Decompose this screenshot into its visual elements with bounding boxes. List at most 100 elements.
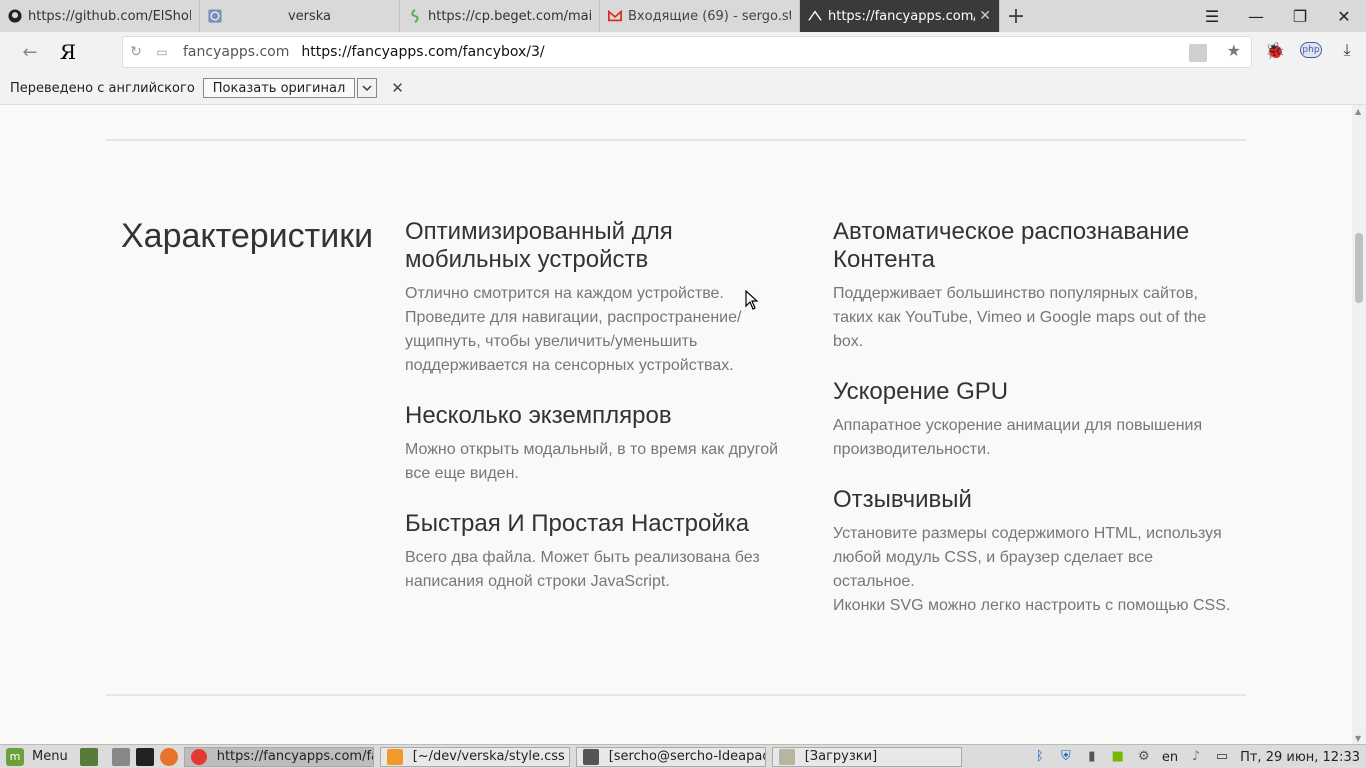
feature-title: Оптимизированный для мобильных устройств [405, 218, 673, 273]
feature-body: Отлично смотрится на каждом устройстве. … [405, 285, 742, 374]
back-arrow-icon[interactable]: ← [12, 34, 48, 70]
bookmark-star-icon[interactable]: ★ [1227, 41, 1241, 60]
volume-icon[interactable]: ♪ [1188, 749, 1204, 765]
globe-icon [208, 9, 222, 23]
scroll-up-icon[interactable]: ▲ [1355, 107, 1361, 116]
fancyapps-icon [808, 9, 822, 23]
feature-body: Поддерживает большинство популярных сайт… [833, 285, 1207, 350]
divider [106, 694, 1246, 696]
os-taskbar: m Menu https://fancyapps.com/fa... [~/de… [0, 744, 1366, 768]
beget-icon [408, 9, 422, 23]
tab-title: https://fancyapps.com/fa [828, 8, 976, 24]
tab-beget[interactable]: https://cp.beget.com/main [400, 0, 600, 32]
hamburger-menu-icon[interactable]: ☰ [1190, 0, 1234, 32]
feature-body-extra: Иконки SVG можно легко настроить с помощ… [833, 597, 1231, 614]
page-scrollbar[interactable]: ▲ ▼ [1352, 105, 1366, 745]
feature-body: Всего два файла. Может быть реализована … [405, 549, 760, 590]
ladybug-extension-icon[interactable]: 🐞 [1264, 41, 1286, 60]
file-manager-icon[interactable] [111, 747, 130, 766]
feature-title: Автоматическое распознавание Контента [833, 218, 1190, 273]
browser-tab-bar: https://github.com/ElShoN verska https:/… [0, 0, 1366, 32]
tab-title: Входящие (69) - sergo.step [628, 8, 791, 24]
address-url[interactable]: https://fancyapps.com/fancybox/3/ [301, 44, 544, 60]
feature-title: Быстрая И Простая Настройка [405, 510, 750, 537]
taskbar-window-title: [sercho@sercho-Ideapad... [608, 749, 766, 764]
terminal-launcher-icon[interactable] [135, 747, 154, 766]
tab-github[interactable]: https://github.com/ElShoN [0, 0, 200, 32]
feature-body: Можно открыть модальный, в то время как … [405, 441, 779, 482]
github-icon [8, 9, 22, 23]
new-tab-button[interactable]: + [1000, 0, 1032, 32]
taskbar-window-downloads[interactable]: [Загрузки] [771, 746, 962, 767]
taskbar-window-browser[interactable]: https://fancyapps.com/fa... [183, 746, 374, 767]
tab-title: https://github.com/ElShoN [28, 8, 191, 24]
taskbar-window-terminal[interactable]: [sercho@sercho-Ideapad... [575, 746, 766, 767]
address-bar-row: ← Я ↻ ▭ fancyapps.com https://fancyapps.… [0, 32, 1366, 72]
address-domain: fancyapps.com [183, 44, 290, 60]
feature-quick-setup: Быстрая И Простая Настройка Всего два фа… [405, 510, 795, 594]
yandex-browser-icon [190, 748, 207, 765]
chevron-down-icon[interactable] [357, 78, 378, 98]
tab-title: https://cp.beget.com/main [428, 8, 591, 24]
tab-verska[interactable]: verska [200, 0, 400, 32]
download-icon[interactable]: ⤓ [1336, 40, 1358, 60]
php-extension-icon[interactable]: php [1300, 42, 1322, 58]
mint-logo-icon: m [6, 747, 24, 766]
translated-label: Переведено с английского [10, 80, 195, 96]
taskbar-window-title: [Загрузки] [804, 749, 878, 764]
feature-multiple-instances: Несколько экземпляров Можно открыть мода… [405, 402, 795, 486]
scrollbar-thumb[interactable] [1355, 233, 1363, 303]
tab-gmail[interactable]: Входящие (69) - sergo.step [600, 0, 800, 32]
page-content: Характеристики Оптимизированный для моби… [0, 105, 1352, 745]
folder-icon [778, 748, 795, 765]
yandex-logo[interactable]: Я [48, 34, 88, 70]
start-menu-button[interactable]: m Menu [0, 745, 74, 768]
feature-content-detection: Автоматическое распознавание Контента По… [833, 218, 1233, 354]
shield-icon[interactable]: ⛨ [1058, 749, 1074, 765]
nvidia-icon[interactable]: ■ [1110, 749, 1126, 765]
tab-title: verska [287, 8, 332, 24]
show-original-button[interactable]: Показать оригинал [202, 78, 356, 98]
minimize-icon[interactable]: — [1234, 0, 1278, 32]
clock[interactable]: Пт, 29 июн, 12:33 [1240, 750, 1360, 765]
close-window-icon[interactable]: ✕ [1322, 0, 1366, 32]
keyboard-layout[interactable]: en [1162, 750, 1178, 765]
system-tray: ᛒ ⛨ ▮ ■ ⚙ en ♪ ▭ Пт, 29 июн, 12:33 [1032, 745, 1360, 768]
sublime-icon [386, 748, 403, 765]
close-translate-icon[interactable]: ✕ [391, 79, 404, 97]
firefox-icon[interactable] [159, 747, 178, 766]
battery-icon[interactable]: ▭ [1214, 749, 1230, 765]
quick-launch [79, 747, 178, 766]
bluetooth-icon[interactable]: ᛒ [1032, 749, 1048, 765]
taskbar-window-title: https://fancyapps.com/fa... [216, 749, 373, 764]
tab-fancyapps[interactable]: https://fancyapps.com/fa ✕ [800, 0, 1000, 32]
mouse-cursor-icon [745, 290, 759, 310]
settings-gear-icon[interactable]: ⚙ [1136, 749, 1152, 765]
extension-icons: 🐞 php ⤓ [1264, 40, 1358, 60]
taskbar-window-sublime[interactable]: [~/dev/verska/style.css - ... [379, 746, 570, 767]
feature-title: Несколько экземпляров [405, 402, 672, 429]
scroll-down-icon[interactable]: ▼ [1355, 734, 1361, 743]
site-info-icon[interactable]: ▭ [149, 45, 175, 59]
close-icon[interactable]: ✕ [979, 8, 991, 24]
show-desktop-icon[interactable] [79, 747, 98, 766]
terminal-icon [582, 748, 599, 765]
translate-bar: Переведено с английского Показать оригин… [0, 72, 1366, 105]
gmail-icon [608, 9, 622, 23]
divider [106, 139, 1246, 141]
network-signal-icon[interactable]: ▮ [1084, 749, 1100, 765]
menu-label: Menu [32, 749, 68, 764]
taskbar-window-title: [~/dev/verska/style.css - ... [412, 749, 569, 764]
feature-body: Аппаратное ускорение анимации для повыше… [833, 417, 1203, 458]
feature-body: Установите размеры содержимого HTML, исп… [833, 525, 1222, 590]
lock-icon[interactable] [1189, 44, 1207, 62]
feature-title: Отзывчивый [833, 486, 972, 513]
feature-responsive: Отзывчивый Установите размеры содержимог… [833, 486, 1233, 618]
feature-mobile: Оптимизированный для мобильных устройств… [405, 218, 795, 378]
feature-gpu: Ускорение GPU Аппаратное ускорение анима… [833, 378, 1233, 462]
restore-icon[interactable]: ❐ [1278, 0, 1322, 32]
address-field[interactable]: ↻ ▭ fancyapps.com https://fancyapps.com/… [122, 36, 1252, 68]
reload-icon[interactable]: ↻ [123, 44, 149, 60]
feature-title: Ускорение GPU [833, 378, 1009, 405]
section-title: Характеристики [121, 217, 374, 255]
